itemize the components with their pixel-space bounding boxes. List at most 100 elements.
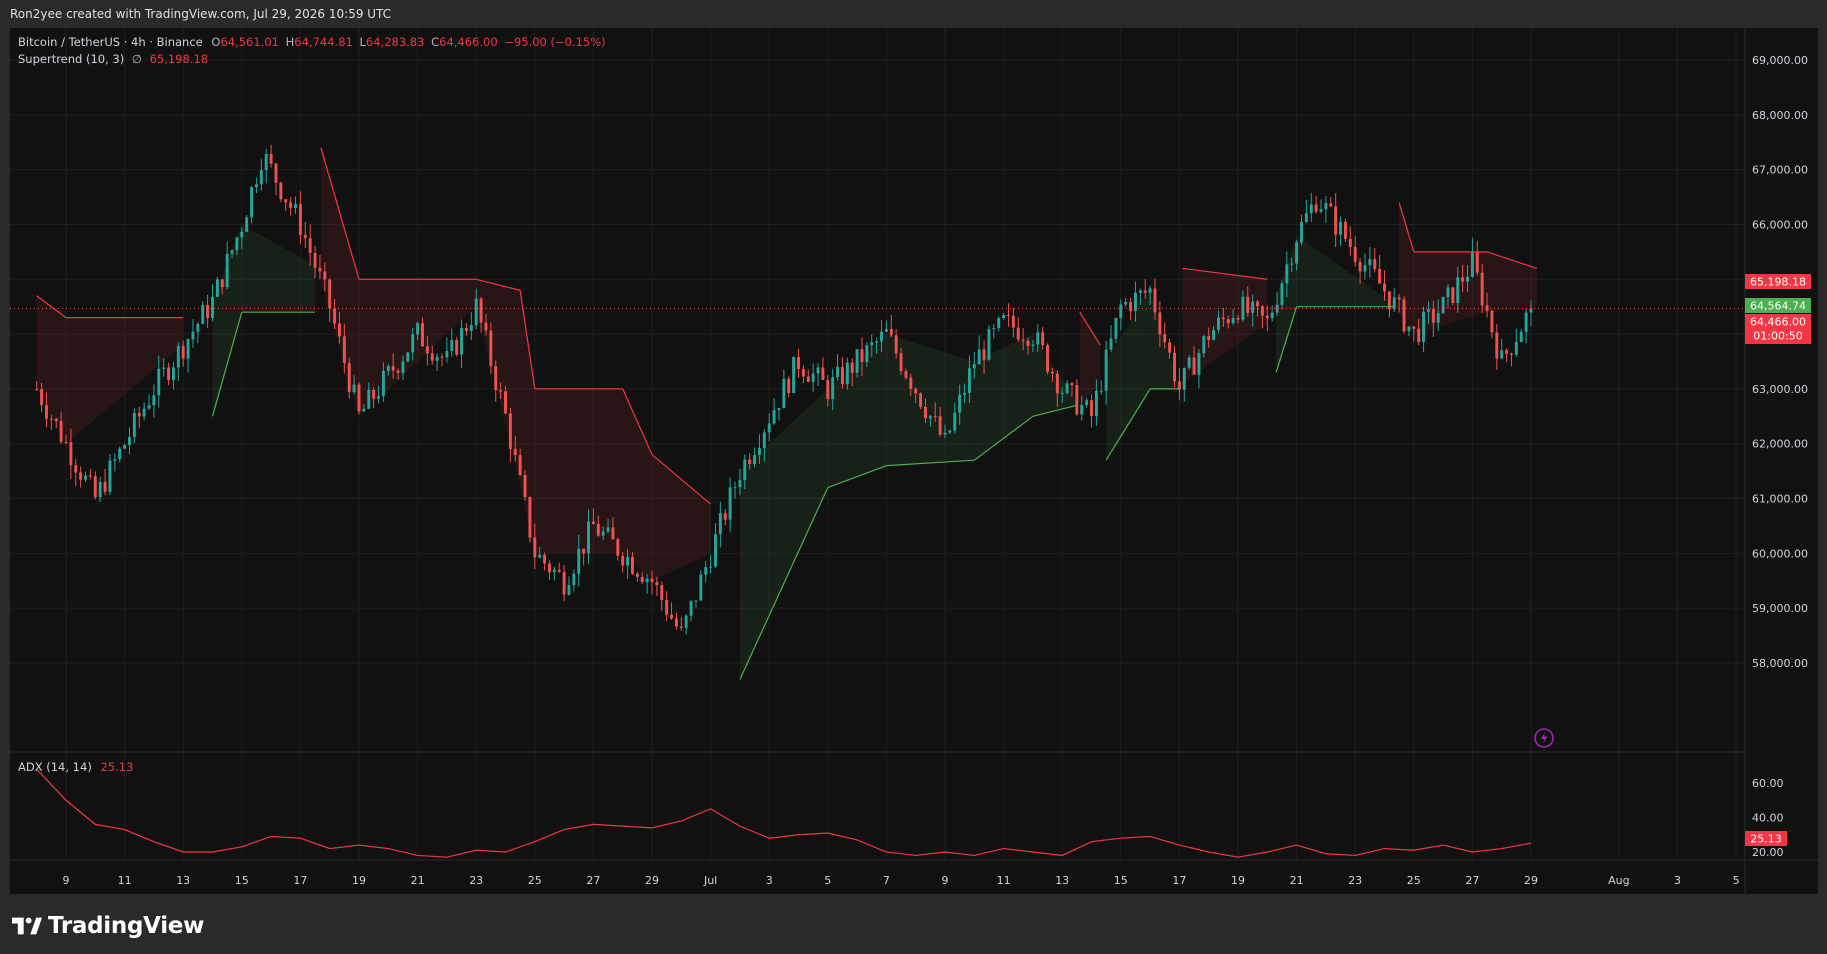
candle-body <box>772 410 776 424</box>
candle-body <box>1475 251 1479 273</box>
candle-body <box>1495 332 1499 359</box>
candle-body <box>220 279 224 288</box>
candle-body <box>171 367 175 381</box>
candle-body <box>850 362 854 373</box>
tradingview-logo[interactable]: TradingView <box>12 913 204 939</box>
candle-body <box>1358 261 1362 272</box>
candle-body <box>333 308 337 324</box>
candle-body <box>1070 383 1074 386</box>
candle-body <box>1383 283 1386 292</box>
candle-body <box>806 376 810 382</box>
candle-body <box>572 573 576 586</box>
candle-body <box>997 318 1001 329</box>
candle-body <box>1456 277 1460 303</box>
candle-body <box>274 163 278 183</box>
candle-body <box>631 557 634 574</box>
candle-body <box>933 416 937 418</box>
price-axis[interactable]: 58,000.00 59,000.00 60,000.00 61,000.00 62,0… <box>1752 54 1808 859</box>
candle-body <box>777 408 781 411</box>
candle-body <box>591 521 595 525</box>
candle-body <box>1148 288 1152 293</box>
candle-body <box>79 472 83 480</box>
candle-body <box>152 395 156 406</box>
time-tick-label: 7 <box>883 874 890 887</box>
candle-body <box>425 346 429 354</box>
candle-body <box>1324 203 1328 210</box>
time-tick-label: 25 <box>528 874 542 887</box>
candle-body <box>811 373 815 382</box>
lightning-icon <box>1541 732 1548 744</box>
time-tick-label: 5 <box>824 874 831 887</box>
candle-body <box>1143 290 1147 293</box>
time-axis[interactable]: 9 11 13 15 17 19 21 23 25 27 29 Jul 3 5 7 9 11 13 15 17 19 21… <box>63 874 1740 887</box>
time-tick-label: 3 <box>1674 874 1681 887</box>
candle-body <box>279 182 283 200</box>
change-value: −95.00 (−0.15%) <box>504 35 606 49</box>
time-tick-label: 23 <box>469 874 483 887</box>
candle-body <box>660 585 664 601</box>
candle-body <box>694 600 698 602</box>
candle-body <box>1314 204 1318 212</box>
time-tick-label: 5 <box>1733 874 1740 887</box>
candle-body <box>855 349 859 373</box>
candle-body <box>504 391 507 414</box>
candle-body <box>699 574 703 601</box>
candle-body <box>1007 314 1010 316</box>
candle-body <box>601 531 605 536</box>
adx-value-tag: 25.13 <box>1750 833 1782 846</box>
adx-tick-label: 40.00 <box>1752 812 1784 825</box>
candle-body <box>1090 400 1093 417</box>
supertrend-fill-band <box>320 147 359 417</box>
candle-body <box>1353 246 1357 262</box>
candle-body <box>665 600 669 615</box>
candle-body <box>884 328 888 332</box>
candle-body <box>1500 350 1504 359</box>
candle-body <box>958 394 962 413</box>
candle-body <box>1231 317 1235 324</box>
candle-body <box>792 356 796 393</box>
candle-body <box>103 481 107 492</box>
candle-body <box>1285 264 1289 284</box>
time-tick-label: 3 <box>766 874 773 887</box>
candle-body <box>1207 336 1211 340</box>
candle-body <box>840 366 844 385</box>
time-tick-label: 13 <box>176 874 190 887</box>
price-tick-label: 61,000.00 <box>1752 493 1808 506</box>
candle-body <box>499 390 503 392</box>
candle-body <box>357 384 361 412</box>
candle-body <box>1319 209 1323 212</box>
time-tick-label: Aug <box>1608 874 1629 887</box>
price-chart-svg[interactable]: 58,000.00 59,000.00 60,000.00 61,000.00 62,0… <box>0 0 1827 954</box>
time-tick-label: 23 <box>1348 874 1362 887</box>
high-label: H <box>285 35 295 49</box>
candle-body <box>98 481 102 498</box>
candle-body <box>919 393 923 407</box>
candle-body <box>1524 312 1528 332</box>
candle-body <box>298 204 302 235</box>
candle-body <box>889 328 893 336</box>
close-value: 64,466.00 <box>439 35 498 49</box>
candle-body <box>865 345 869 363</box>
candle-body <box>1392 297 1396 310</box>
candle-body <box>167 367 171 381</box>
candle-body <box>523 474 527 498</box>
candle-body <box>782 378 786 409</box>
candle-body <box>206 304 210 318</box>
candle-body <box>377 396 380 399</box>
candle-body <box>1212 329 1216 340</box>
candle-body <box>1470 251 1474 277</box>
candle-body <box>303 234 307 239</box>
candle-body <box>743 459 747 481</box>
candle-body <box>342 336 346 364</box>
candle-body <box>1260 306 1264 316</box>
candle-body <box>762 432 766 449</box>
symbol-legend: Bitcoin / TetherUS · 4h · Binance O64,56… <box>18 35 606 49</box>
supertrend-name: Supertrend (10, 3) <box>18 52 125 66</box>
candle-body <box>259 170 263 185</box>
candle-body <box>1304 213 1308 223</box>
alert-marker[interactable] <box>1534 728 1554 748</box>
candle-body <box>670 614 673 619</box>
candle-body <box>484 322 488 331</box>
supertrend-fill-band <box>739 388 828 680</box>
candle-body <box>640 576 644 583</box>
